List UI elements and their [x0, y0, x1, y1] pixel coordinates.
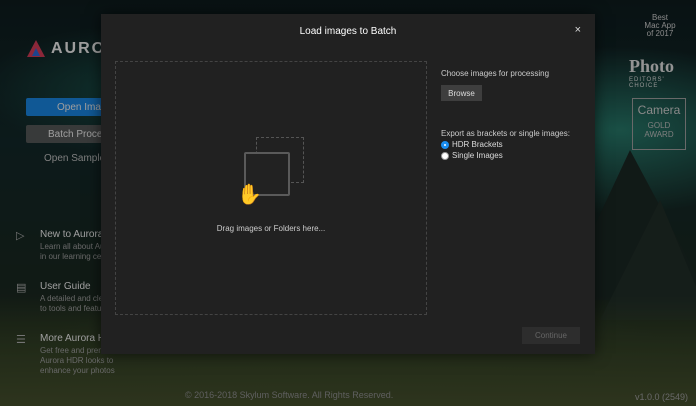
browse-button[interactable]: Browse [441, 85, 482, 101]
radio-single-images[interactable]: Single Images [441, 151, 591, 160]
continue-button[interactable]: Continue [522, 327, 580, 344]
radio-unselected-icon[interactable] [441, 151, 449, 160]
radio-hdr-brackets[interactable]: HDR Brackets [441, 140, 591, 149]
drop-zone[interactable]: ✋ Drag images or Folders here... [115, 61, 427, 315]
dialog-title: Load images to Batch [299, 26, 397, 37]
export-mode-label: Export as brackets or single images: [441, 129, 570, 138]
load-images-dialog: Load images to Batch × ✋ Drag images or … [101, 14, 595, 354]
options-panel: Choose images for processing Browse Expo… [441, 69, 591, 160]
radio-selected-icon[interactable] [441, 140, 449, 149]
radio-label: HDR Brackets [452, 140, 503, 149]
hand-icon: ✋ [237, 184, 262, 206]
choose-images-label: Choose images for processing [441, 69, 550, 78]
radio-label: Single Images [452, 151, 503, 160]
close-button[interactable]: × [575, 24, 581, 36]
drop-hint-text: Drag images or Folders here... [216, 224, 326, 233]
